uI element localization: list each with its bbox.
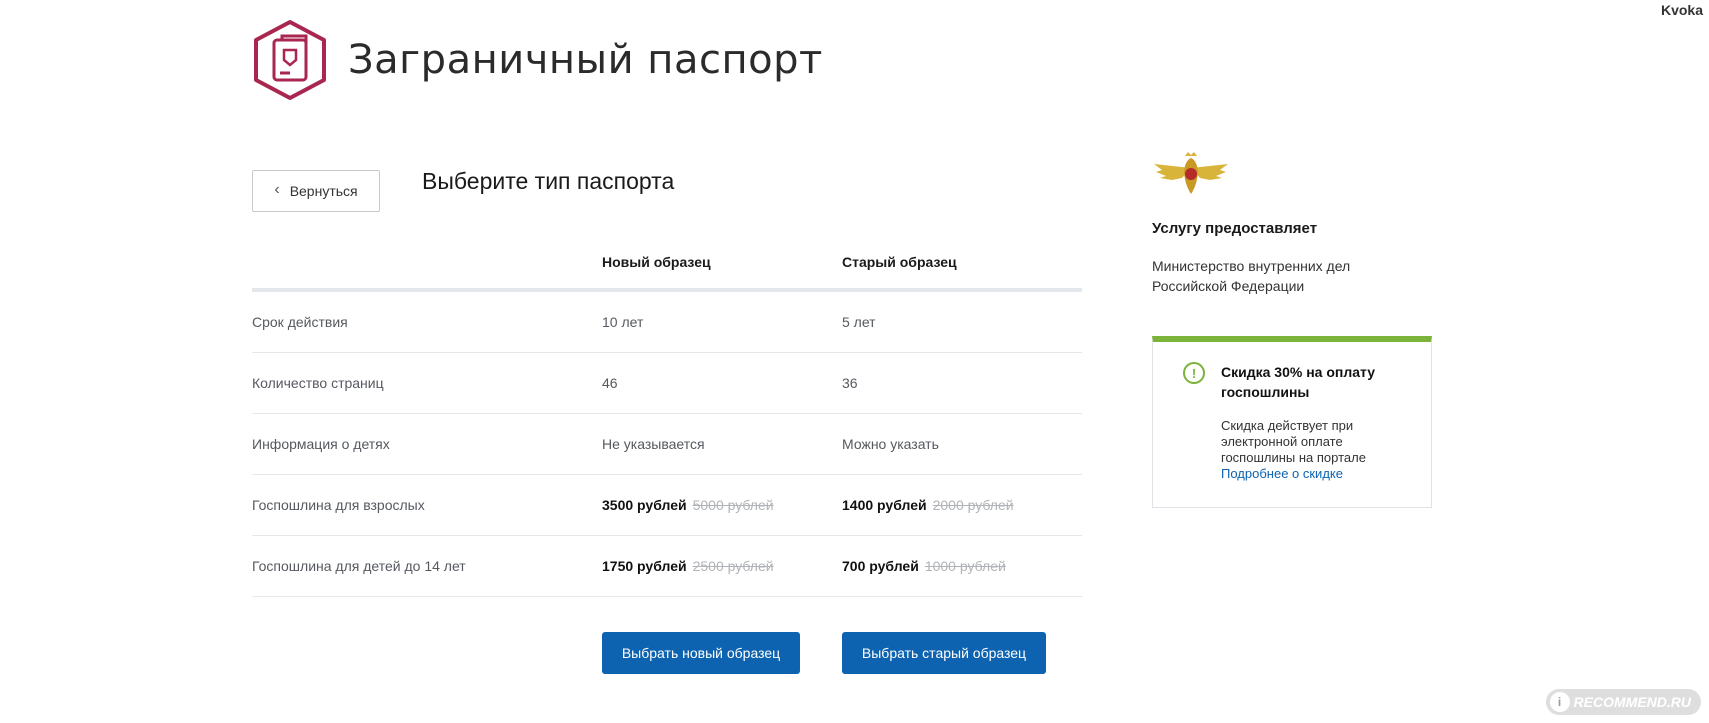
table-row: Количество страниц 46 36	[252, 353, 1082, 414]
provider-name: Министерство внутренних дел Российской Ф…	[1152, 258, 1351, 294]
discount-card: ! Скидка 30% на оплату госпошлины Скидка…	[1152, 336, 1432, 508]
cell-old: 1400 рублей 2000 рублей	[842, 497, 1014, 513]
row-label: Госпошлина для детей до 14 лет	[252, 558, 466, 574]
row-label: Количество страниц	[252, 375, 384, 391]
choose-old-button[interactable]: Выбрать старый образец	[842, 632, 1046, 674]
cell-new: 3500 рублей 5000 рублей	[602, 497, 774, 513]
row-label: Информация о детях	[252, 436, 390, 452]
old-price: 2500 рублей	[692, 558, 774, 574]
table-row: Госпошлина для взрослых 3500 рублей 5000 …	[252, 475, 1082, 536]
back-button-label: Вернуться	[289, 183, 358, 199]
cell-old: Можно указать	[842, 436, 939, 452]
column-header-old: Старый образец	[842, 254, 957, 270]
row-label: Срок действия	[252, 314, 348, 330]
old-price: 1000 рублей	[924, 558, 1006, 574]
watermark-logo: i RECOMMEND.RU	[1545, 689, 1701, 715]
price: 1400 рублей	[842, 497, 927, 513]
price: 700 рублей	[842, 558, 919, 574]
table-row: Госпошлина для детей до 14 лет 1750 рубл…	[252, 536, 1082, 597]
discount-details-link[interactable]: Подробнее о скидке	[1221, 466, 1343, 481]
provider-heading: Услугу предоставляет	[1152, 220, 1318, 237]
column-header-new: Новый образец	[602, 254, 711, 270]
passport-icon	[254, 20, 326, 100]
page-title: Заграничный паспорт	[348, 37, 823, 83]
page-header: Заграничный паспорт	[250, 18, 823, 102]
exclamation-icon: !	[1183, 362, 1205, 384]
price: 1750 рублей	[602, 558, 687, 574]
comparison-table: Новый образец Старый образец Срок действ…	[252, 240, 1082, 597]
section-title: Выберите тип паспорта	[422, 168, 675, 194]
cell-old: 36	[842, 375, 858, 391]
choose-new-button[interactable]: Выбрать новый образец	[602, 632, 800, 674]
watermark-username: Kvoka	[1660, 2, 1703, 18]
old-price: 5000 рублей	[692, 497, 774, 513]
ministry-emblem-icon	[1154, 152, 1228, 194]
table-row: Информация о детях Не указывается Можно …	[252, 414, 1082, 475]
old-price: 2000 рублей	[932, 497, 1014, 513]
cell-new: 10 лет	[602, 314, 644, 330]
chevron-left-icon: ‹	[274, 181, 280, 198]
table-header: Новый образец Старый образец	[252, 240, 1082, 292]
discount-title: Скидка 30% на оплату госпошлины	[1221, 364, 1376, 400]
cell-new: 1750 рублей 2500 рублей	[602, 558, 774, 574]
watermark-badge-icon: i	[1549, 692, 1570, 712]
watermark-logo-text: RECOMMEND.RU	[1573, 694, 1691, 710]
cell-new: Не указывается	[602, 436, 705, 452]
discount-text: Скидка действует при электронной оплате …	[1221, 418, 1366, 465]
table-row: Срок действия 10 лет 5 лет	[252, 292, 1082, 353]
row-label: Госпошлина для взрослых	[252, 497, 425, 513]
back-button[interactable]: ‹ Вернуться	[252, 170, 380, 212]
cell-old: 5 лет	[842, 314, 876, 330]
cell-old: 700 рублей 1000 рублей	[842, 558, 1006, 574]
cell-new: 46	[602, 375, 618, 391]
price: 3500 рублей	[602, 497, 687, 513]
